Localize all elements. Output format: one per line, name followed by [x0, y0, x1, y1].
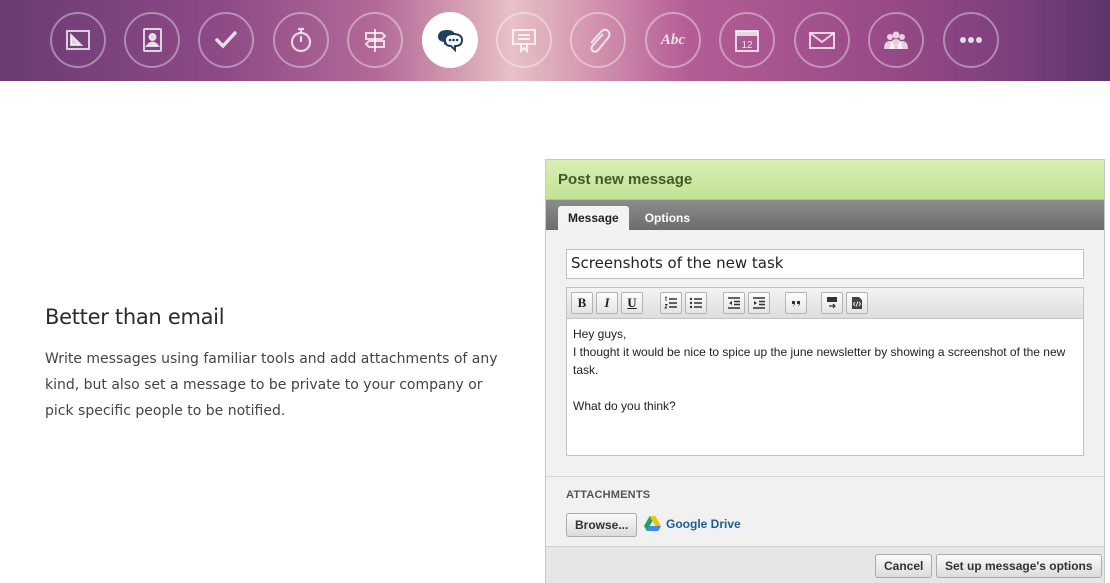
google-drive-link[interactable]: Google Drive — [644, 516, 741, 531]
nav-attachments[interactable] — [570, 12, 626, 68]
nav-calendar[interactable]: 12 — [719, 12, 775, 68]
checkmark-icon — [215, 31, 237, 49]
cancel-button[interactable]: Cancel — [875, 554, 933, 578]
nav-spelling[interactable]: Abc — [645, 12, 701, 68]
outdent-button[interactable] — [723, 292, 745, 314]
people-icon — [884, 31, 908, 49]
timer-icon — [290, 27, 312, 53]
tab-icon — [827, 297, 837, 309]
spelling-icon: Abc — [660, 31, 686, 48]
calendar-day: 12 — [741, 40, 753, 51]
quote-button[interactable] — [785, 292, 807, 314]
ordered-list-button[interactable] — [660, 292, 682, 314]
setup-options-button[interactable]: Set up message's options — [936, 554, 1102, 578]
html-source-icon — [852, 297, 862, 309]
calendar-icon: 12 — [735, 30, 759, 52]
browse-button[interactable]: Browse... — [566, 513, 638, 537]
subject-input[interactable]: Screenshots of the new task — [566, 249, 1084, 279]
tab-message[interactable]: Message — [558, 206, 629, 230]
unordered-list-icon — [689, 297, 702, 309]
attachments-section: ATTACHMENTS Browse... Google Drive — [546, 476, 1104, 546]
panel-footer: Cancel Set up message's options — [546, 546, 1104, 583]
nav-people[interactable] — [868, 12, 924, 68]
body-line: I thought it would be nice to spice up t… — [573, 345, 1066, 377]
contacts-icon — [143, 28, 162, 52]
design-icon — [66, 30, 90, 50]
nav-mail[interactable] — [794, 12, 850, 68]
attachment-icon — [590, 28, 611, 53]
messages-icon — [438, 30, 464, 53]
more-icon — [960, 37, 982, 43]
signpost-icon — [364, 29, 387, 52]
bold-button[interactable]: B — [571, 292, 593, 314]
outdent-icon — [728, 297, 740, 309]
app-icon-bar: Abc 12 — [0, 0, 1110, 81]
nav-notes[interactable] — [496, 12, 552, 68]
indent-button[interactable] — [748, 292, 770, 314]
feature-title: Better than email — [45, 305, 225, 329]
body-line: What do you think? — [573, 399, 676, 413]
google-drive-label: Google Drive — [666, 516, 741, 531]
post-message-panel: Post new message Message Options Screens… — [545, 159, 1105, 583]
nav-contacts[interactable] — [124, 12, 180, 68]
mail-icon — [809, 32, 835, 49]
feature-description: Write messages using familiar tools and … — [45, 351, 498, 419]
underline-button[interactable]: U — [621, 292, 643, 314]
quote-icon — [792, 301, 800, 307]
unordered-list-button[interactable] — [685, 292, 707, 314]
attachments-label: ATTACHMENTS — [566, 489, 651, 501]
tab-options[interactable]: Options — [635, 206, 700, 230]
body-line — [573, 379, 1077, 397]
panel-title: Post new message — [546, 160, 1104, 200]
editor-toolbar: B I U — [566, 287, 1084, 318]
google-drive-icon — [644, 516, 661, 531]
nav-timer[interactable] — [273, 12, 329, 68]
nav-milestones[interactable] — [347, 12, 403, 68]
nav-tasks[interactable] — [198, 12, 254, 68]
italic-button[interactable]: I — [596, 292, 618, 314]
nav-more[interactable] — [943, 12, 999, 68]
nav-messages[interactable] — [422, 12, 478, 68]
panel-tabs: Message Options — [546, 200, 1104, 230]
nav-design[interactable] — [50, 12, 106, 68]
ordered-list-icon — [664, 296, 677, 309]
message-body-editor[interactable]: Hey guys, I thought it would be nice to … — [566, 318, 1084, 456]
notes-icon — [512, 29, 536, 54]
html-source-button[interactable] — [846, 292, 868, 314]
tab-button[interactable] — [821, 292, 843, 314]
body-line: Hey guys, — [573, 327, 627, 341]
indent-icon — [753, 297, 765, 309]
